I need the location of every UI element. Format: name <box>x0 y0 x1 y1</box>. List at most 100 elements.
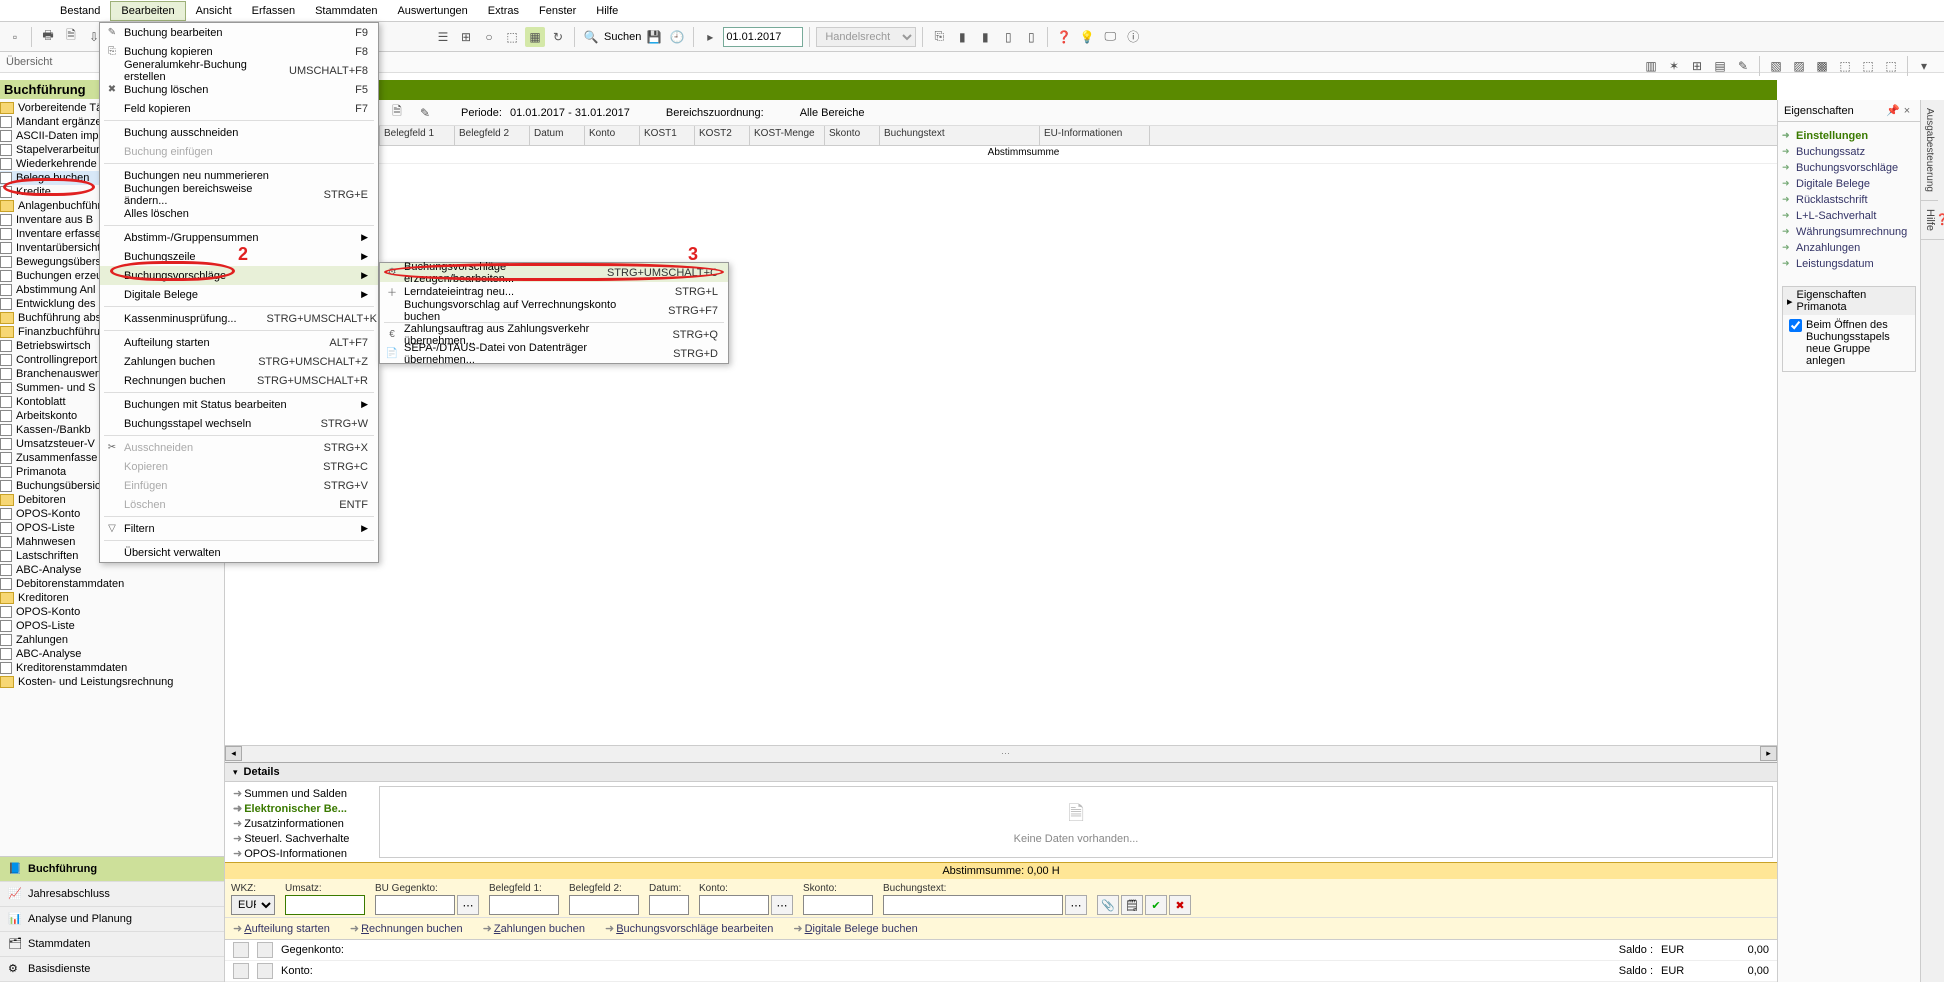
navstack-analyse[interactable]: 📊Analyse und Planung <box>0 907 224 932</box>
menu-erfassen[interactable]: Erfassen <box>242 2 305 20</box>
bf1-input[interactable] <box>489 895 559 915</box>
tree-node[interactable]: Zahlungen <box>0 633 224 647</box>
t2-10-icon[interactable]: ⬚ <box>1858 56 1878 76</box>
btext-input[interactable] <box>883 895 1063 915</box>
menu-item[interactable]: Buchungen bereichsweise ändern...STRG+E <box>100 185 378 204</box>
db4-icon[interactable]: ▯ <box>1021 27 1041 47</box>
details-nav-item[interactable]: ➜Summen und Salden <box>233 786 367 801</box>
attach-icon[interactable]: 📎 <box>1097 895 1119 915</box>
note-icon[interactable]: 🗒 <box>1121 895 1143 915</box>
btext-lookup-icon[interactable]: ⋯ <box>1065 895 1087 915</box>
grid-col-header[interactable]: Konto <box>585 126 640 145</box>
menu-fenster[interactable]: Fenster <box>529 2 586 20</box>
props-item[interactable]: Buchungsvorschläge <box>1782 160 1916 176</box>
scroll-left-icon[interactable]: ◂ <box>225 746 242 761</box>
grid-col-header[interactable]: KOST2 <box>695 126 750 145</box>
menu-item[interactable]: ⚙Buchungsvorschläge erzeugen/bearbeiten.… <box>380 263 728 282</box>
refresh-icon[interactable]: ↻ <box>548 27 568 47</box>
db2-icon[interactable]: ▮ <box>975 27 995 47</box>
menu-item[interactable]: Generalumkehr-Buchung erstellenUMSCHALT+… <box>100 61 378 80</box>
tree-node[interactable]: ABC-Analyse <box>0 563 224 577</box>
expand-icon[interactable]: ▸ <box>1787 295 1793 308</box>
db3-icon[interactable]: ▯ <box>998 27 1018 47</box>
menu-extras[interactable]: Extras <box>478 2 529 20</box>
props-item[interactable]: Rücklastschrift <box>1782 192 1916 208</box>
h-scrollbar[interactable]: ◂ ▸ ⋯ <box>225 745 1777 762</box>
cancel-icon[interactable]: ✖ <box>1169 895 1191 915</box>
grid-col-header[interactable]: KOST1 <box>640 126 695 145</box>
grid-col-header[interactable]: Datum <box>530 126 585 145</box>
clock-icon[interactable]: 🕘 <box>667 27 687 47</box>
link-item[interactable]: ➜Zahlungen buchen <box>483 922 585 935</box>
ctx-icon3[interactable]: ✎ <box>415 103 435 123</box>
tree-node[interactable]: Debitorenstammdaten <box>0 577 224 591</box>
date-input[interactable] <box>723 27 803 47</box>
tree-node[interactable]: ABC-Analyse <box>0 647 224 661</box>
db1-icon[interactable]: ▮ <box>952 27 972 47</box>
t2-7-icon[interactable]: ▨ <box>1789 56 1809 76</box>
preview-icon[interactable]: 🗎 <box>61 27 81 47</box>
menu-item[interactable]: Alles löschen <box>100 204 378 223</box>
acct-icon2[interactable] <box>257 963 273 979</box>
menu-bestand[interactable]: Bestand <box>50 2 110 20</box>
tree-node[interactable]: OPOS-Liste <box>0 619 224 633</box>
menu-bearbeiten[interactable]: Bearbeiten <box>110 1 185 21</box>
konto-input[interactable] <box>699 895 769 915</box>
grid-col-header[interactable]: Belegfeld 2 <box>455 126 530 145</box>
grid-col-header[interactable]: Skonto <box>825 126 880 145</box>
link-item[interactable]: ➜Aufteilung starten <box>233 922 330 935</box>
tree-node[interactable]: Kosten- und Leistungsrechnung <box>0 675 224 689</box>
t2-8-icon[interactable]: ▩ <box>1812 56 1832 76</box>
t2-11-icon[interactable]: ⬚ <box>1881 56 1901 76</box>
menu-item[interactable]: Buchungsvorschläge▶ <box>100 266 378 285</box>
tree-node[interactable]: Kreditoren <box>0 591 224 605</box>
grid-col-header[interactable]: KOST-Menge <box>750 126 825 145</box>
menu-item[interactable]: Feld kopierenF7 <box>100 99 378 118</box>
skonto-input[interactable] <box>803 895 873 915</box>
menu-item[interactable]: Aufteilung startenALT+F7 <box>100 333 378 352</box>
grid-icon[interactable]: ⊞ <box>456 27 476 47</box>
navstack-stammdaten[interactable]: 🗂Stammdaten <box>0 932 224 957</box>
bf2-input[interactable] <box>569 895 639 915</box>
collapse-icon[interactable]: ▾ <box>233 767 238 778</box>
acct-icon1[interactable] <box>233 963 249 979</box>
link-item[interactable]: ➜Rechnungen buchen <box>350 922 463 935</box>
acct-icon1[interactable] <box>233 942 249 958</box>
help-icon[interactable]: ❓ <box>1054 27 1074 47</box>
props-checkbox[interactable]: Beim Öffnen des Buchungsstapels neue Gru… <box>1789 319 1909 367</box>
menu-item[interactable]: Digitale Belege▶ <box>100 285 378 304</box>
nav-back-icon[interactable]: ▸ <box>700 27 720 47</box>
navstack-jahresabschluss[interactable]: 📈Jahresabschluss <box>0 882 224 907</box>
circle-icon[interactable]: ○ <box>479 27 499 47</box>
menu-item[interactable]: ▽Filtern▶ <box>100 519 378 538</box>
details-header[interactable]: ▾ Details <box>225 763 1777 782</box>
menu-item[interactable]: Kassenminusprüfung...STRG+UMSCHALT+K <box>100 309 378 328</box>
tree-node[interactable]: Kreditorenstammdaten <box>0 661 224 675</box>
menu-auswertungen[interactable]: Auswertungen <box>387 2 477 20</box>
link-item[interactable]: ➜Buchungsvorschläge bearbeiten <box>605 922 773 935</box>
list-icon[interactable]: ☰ <box>433 27 453 47</box>
tree-node[interactable]: OPOS-Konto <box>0 605 224 619</box>
t2-12-icon[interactable]: ▾ <box>1914 56 1934 76</box>
print-icon[interactable]: 🖶 <box>38 27 58 47</box>
compliance-dropdown[interactable]: Handelsrecht <box>816 27 916 47</box>
props-item[interactable]: Leistungsdatum <box>1782 256 1916 272</box>
menu-item[interactable]: Übersicht verwalten <box>100 543 378 562</box>
grid-col-header[interactable]: EU-Informationen <box>1040 126 1150 145</box>
scroll-right-icon[interactable]: ▸ <box>1760 746 1777 761</box>
screen-icon[interactable]: 🖵 <box>1100 27 1120 47</box>
props-item[interactable]: Buchungssatz <box>1782 144 1916 160</box>
menu-hilfe[interactable]: Hilfe <box>586 2 628 20</box>
t2-5-icon[interactable]: ✎ <box>1733 56 1753 76</box>
menu-item[interactable]: ✖Buchung löschenF5 <box>100 80 378 99</box>
menu-item[interactable]: Rechnungen buchenSTRG+UMSCHALT+R <box>100 371 378 390</box>
details-nav-item[interactable]: ➜OPOS-Informationen <box>233 846 367 861</box>
menu-item[interactable]: 📄SEPA-/DTAUS-Datei von Datenträger übern… <box>380 344 728 363</box>
t2-4-icon[interactable]: ▤ <box>1710 56 1730 76</box>
props-item[interactable]: L+L-Sachverhalt <box>1782 208 1916 224</box>
menu-ansicht[interactable]: Ansicht <box>186 2 242 20</box>
t2-1-icon[interactable]: ▥ <box>1641 56 1661 76</box>
link-item[interactable]: ➜Digitale Belege buchen <box>793 922 917 935</box>
props-item[interactable]: Anzahlungen <box>1782 240 1916 256</box>
menu-item[interactable]: Zahlungen buchenSTRG+UMSCHALT+Z <box>100 352 378 371</box>
